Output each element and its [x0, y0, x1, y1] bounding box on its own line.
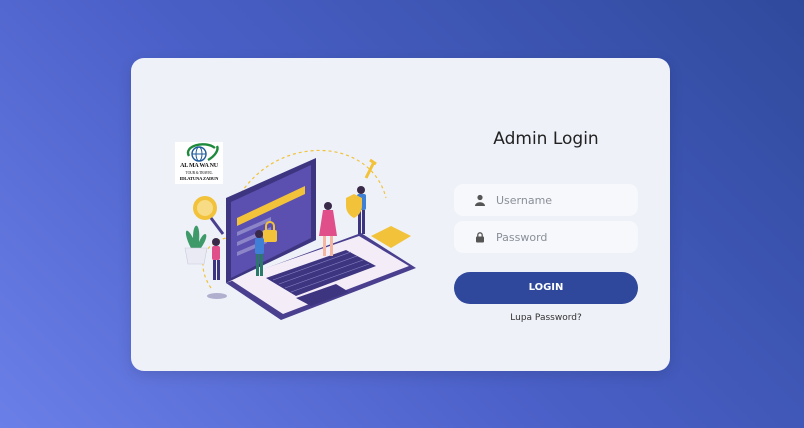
- logo-line-3: IDLATUNA ZADUN: [179, 176, 219, 181]
- company-logo: AL MA WA NU TOUR & TRAVEL IDLATUNA ZADUN: [175, 142, 223, 184]
- logo-line-1: AL MA WA NU: [180, 163, 218, 169]
- password-input[interactable]: [496, 221, 631, 253]
- login-button[interactable]: LOGIN: [454, 272, 638, 304]
- page-title: Admin Login: [493, 129, 599, 149]
- lock-icon: [476, 232, 484, 243]
- logo-line-2: TOUR & TRAVEL: [185, 171, 213, 175]
- login-card: AL MA WA NU TOUR & TRAVEL IDLATUNA ZADUN…: [131, 58, 670, 371]
- password-field[interactable]: [454, 221, 638, 253]
- username-input[interactable]: [496, 184, 631, 216]
- globe-icon: [186, 143, 219, 162]
- user-icon: [475, 194, 485, 206]
- username-field[interactable]: [454, 184, 638, 216]
- forgot-password-link[interactable]: Lupa Password?: [454, 313, 638, 323]
